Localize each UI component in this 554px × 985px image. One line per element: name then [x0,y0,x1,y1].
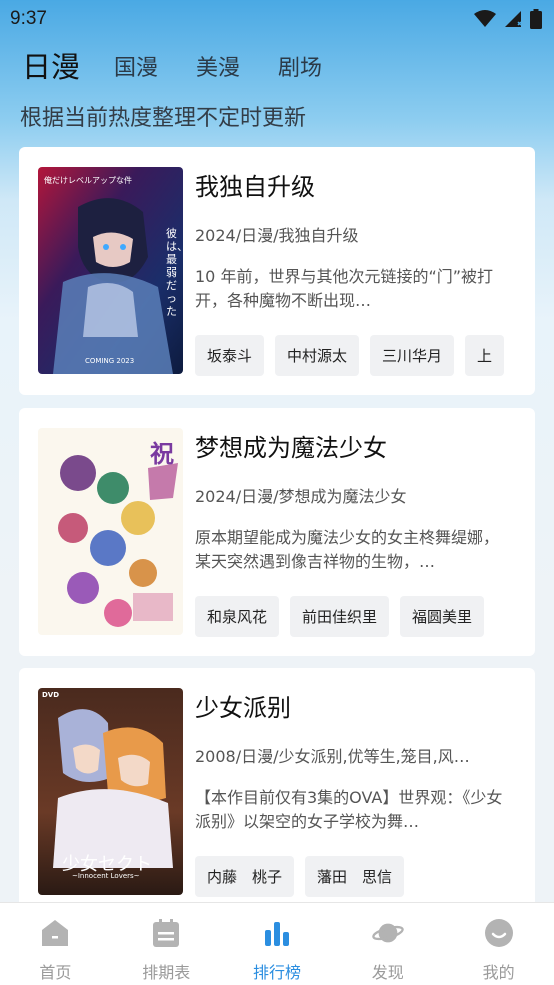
card-meta: 2008/日漫/少女派别,优等生,笼目,风… [195,747,470,766]
anime-card[interactable]: 俺だけレベルアップな件 彼は、最弱だった COMING 2023 我独自升级 2… [19,147,535,395]
tab-chinese-anime[interactable]: 国漫 [114,50,158,86]
poster-subtitle-text: ~Innocent Lovers~ [72,872,140,880]
card-meta: 2024/日漫/我独自升级 [195,226,359,245]
poster-title-text: 俺だけレベルアップな件 [44,176,132,185]
poster-coming-text: COMING 2023 [85,357,135,365]
cast-tags: 坂泰斗 中村源太 三川华月 上 [195,335,535,376]
cast-tag[interactable]: 藩田 思信 [305,856,405,897]
category-tabs: 日漫 国漫 美漫 剧场 [22,44,360,86]
nav-label: 首页 [39,963,72,982]
status-time: 9:37 [10,8,47,29]
anime-card[interactable]: 祝 梦想成为魔法少女 2024/日漫/梦想成为魔法少女 原本期望能成为魔法少女的… [19,408,535,656]
nav-schedule[interactable]: 排期表 [111,903,222,985]
card-description: 10 年前，世界与其他次元链接的“门”被打开，各种魔物不断出现… [195,267,494,310]
nav-ranking[interactable]: 排行榜 [222,903,333,985]
calendar-icon [150,917,182,949]
profile-icon [483,917,515,949]
tab-theater[interactable]: 剧场 [278,50,322,86]
cast-tag[interactable]: 内藤 桃子 [195,856,295,897]
cast-tag[interactable]: 福圆美里 [400,596,485,637]
card-description: 【本作目前仅有3集的OVA】世界观：《少女派别》以架空的女子学校为舞… [195,788,503,831]
poster-image[interactable]: 祝 [38,428,183,635]
tab-western-anime[interactable]: 美漫 [196,50,240,86]
poster-tagline-text: 彼は、最弱だった [166,227,183,318]
tab-japanese-anime[interactable]: 日漫 [22,44,80,86]
cast-tag[interactable]: 坂泰斗 [195,335,265,376]
nav-profile[interactable]: 我的 [443,903,554,985]
anime-card[interactable]: DVD 少女セクト ~Innocent Lovers~ 少女派别 2008/日漫… [19,668,535,916]
wifi-icon [474,10,496,27]
nav-discover[interactable]: 发现 [332,903,443,985]
nav-label: 排行榜 [252,963,301,982]
nav-label: 我的 [482,963,515,982]
status-icons [474,9,542,29]
nav-label: 排期表 [142,963,191,982]
status-bar: 9:37 [0,0,554,38]
bottom-nav: 首页 排期表 排行榜 发现 我的 [0,902,554,985]
poster-image[interactable]: 俺だけレベルアップな件 彼は、最弱だった COMING 2023 [38,167,183,374]
card-description: 原本期望能成为魔法少女的女主柊舞缇娜，某天突然遇到像吉祥物的生物，… [195,528,500,571]
nav-label: 发现 [371,963,404,982]
cast-tags: 和泉风花 前田佳织里 福圆美里 [195,596,535,637]
card-title[interactable]: 我独自升级 [195,167,315,202]
nav-home[interactable]: 首页 [0,903,111,985]
battery-icon [530,9,542,29]
cast-tag[interactable]: 三川华月 [370,335,455,376]
poster-dvd-logo: DVD [42,691,60,699]
poster-title-text: 祝 [150,440,174,468]
cast-tag[interactable]: 和泉风花 [195,596,280,637]
signal-icon [505,11,522,27]
ranking-icon [261,917,293,949]
cast-tag[interactable]: 中村源太 [275,335,360,376]
cast-tag[interactable]: 前田佳织里 [290,596,390,637]
cast-tags: 内藤 桃子 藩田 思信 [195,856,535,897]
card-title[interactable]: 少女派别 [195,688,291,723]
page-subtitle: 根据当前热度整理不定时更新 [20,106,307,131]
poster-image[interactable]: DVD 少女セクト ~Innocent Lovers~ [38,688,183,895]
card-meta: 2024/日漫/梦想成为魔法少女 [195,487,407,506]
planet-icon [372,917,404,949]
cast-tag[interactable]: 上 [465,335,505,376]
card-title[interactable]: 梦想成为魔法少女 [195,428,387,463]
home-icon [39,917,71,949]
